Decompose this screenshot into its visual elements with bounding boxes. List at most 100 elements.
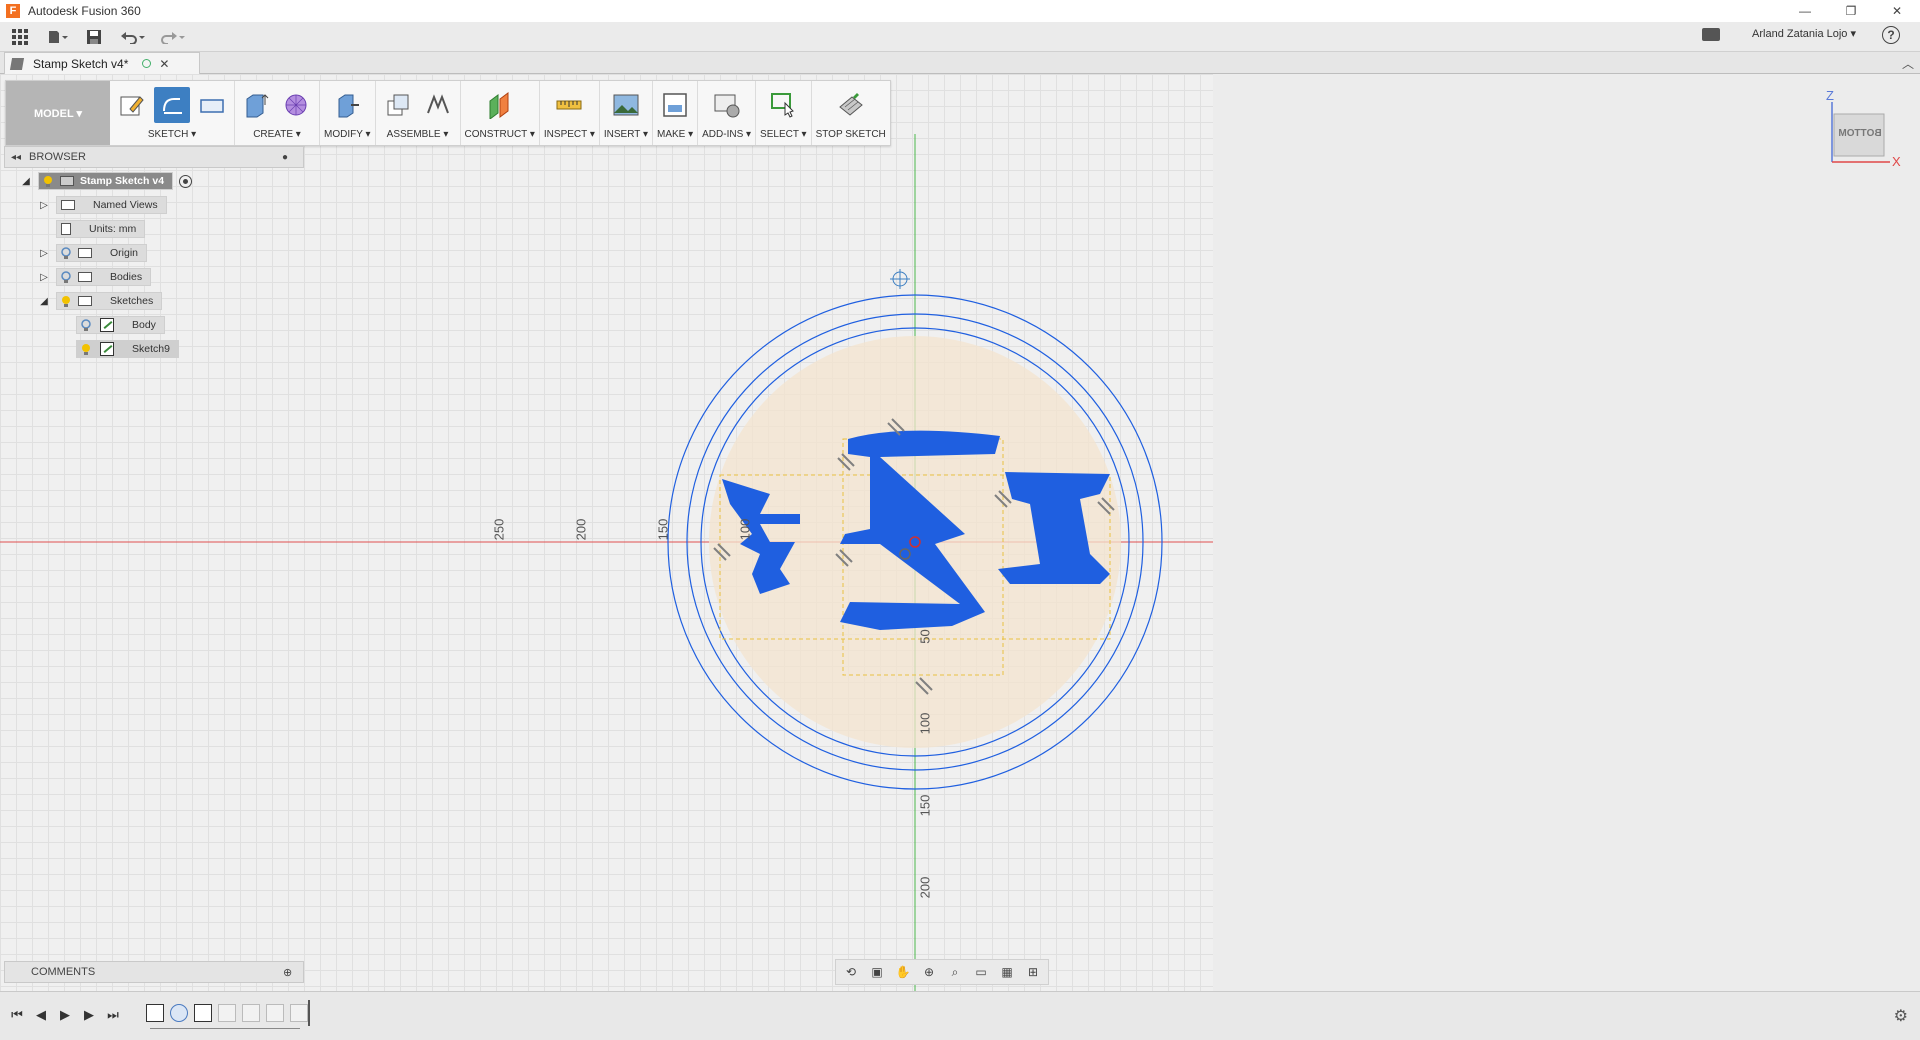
file-menu-icon[interactable] (40, 24, 76, 50)
browser-tree-row[interactable]: Body (76, 315, 165, 335)
timeline-sketch-icon[interactable] (194, 1004, 212, 1022)
visibility-bulb-icon[interactable] (60, 246, 72, 260)
scripts-addins-icon[interactable] (709, 87, 745, 123)
browser-tree-row[interactable]: Sketch9 (76, 339, 179, 359)
collapsed-triangle-icon[interactable]: ▷ (38, 246, 50, 260)
timeline-sketch-suppressed-icon[interactable] (290, 1004, 308, 1022)
timeline-feature-suppressed-icon[interactable] (242, 1004, 260, 1022)
toolbar-group-construct[interactable]: CONSTRUCT ▾ (461, 81, 540, 145)
toolbar-group-create[interactable]: CREATE ▾ (235, 81, 320, 145)
pin-panel-icon[interactable]: ● (282, 152, 288, 163)
canvas[interactable]: 250 200 150 100 50 100 150 200 MODEL ▾ S… (0, 74, 1920, 991)
pan-hand-icon[interactable]: ✋ (892, 961, 914, 983)
save-icon[interactable] (76, 24, 112, 50)
sketch-rectangle-icon[interactable] (194, 87, 230, 123)
close-tab-button[interactable]: ✕ (159, 57, 169, 71)
create-sketch-icon[interactable] (114, 87, 150, 123)
data-panel-grid-icon[interactable] (0, 24, 40, 50)
expanded-triangle-icon[interactable]: ◢ (38, 294, 50, 308)
select-icon[interactable] (765, 87, 801, 123)
browser-node-bodies[interactable]: Bodies (56, 268, 152, 286)
zoom-icon[interactable]: ⊕ (918, 961, 940, 983)
timeline-feature-suppressed-icon[interactable] (218, 1004, 236, 1022)
timeline-previous-icon[interactable]: ◀ (32, 1006, 50, 1024)
grid-settings-icon[interactable]: ▦ (996, 961, 1018, 983)
document-tab[interactable]: Stamp Sketch v4* ✕ (4, 52, 200, 74)
visibility-bulb-icon[interactable] (42, 174, 54, 188)
browser-root-node[interactable]: Stamp Sketch v4 (38, 172, 174, 190)
toolbar-group-sketch[interactable]: SKETCH ▾ (110, 81, 235, 145)
browser-tree-row[interactable]: Units: mm (56, 219, 146, 239)
browser-tree-row[interactable]: ▷ Named Views (38, 195, 167, 215)
browser-node-origin[interactable]: Origin (56, 244, 148, 262)
browser-node-sketch9[interactable]: Sketch9 (76, 340, 179, 358)
offset-plane-icon[interactable] (482, 87, 518, 123)
timeline-first-icon[interactable]: ⏮ (8, 1006, 26, 1024)
job-status-icon[interactable] (1702, 28, 1720, 41)
collapse-toolbar-chevron-icon[interactable]: ︿ (1902, 55, 1914, 72)
browser-tree-row[interactable]: ◢ Stamp Sketch v4 (20, 171, 193, 191)
undo-icon[interactable] (112, 24, 152, 50)
press-pull-icon[interactable] (329, 87, 365, 123)
toolbar-group-inspect[interactable]: INSPECT ▾ (540, 81, 600, 145)
timeline-next-icon[interactable]: ▶ (80, 1006, 98, 1024)
timeline-marker[interactable] (308, 1000, 310, 1026)
timeline-last-icon[interactable]: ⏭ (104, 1006, 122, 1024)
toolbar-group-add-ins[interactable]: ADD-INS ▾ (698, 81, 757, 145)
browser-tree-row[interactable]: ▷ Origin (38, 243, 148, 263)
activate-radio-icon[interactable] (179, 174, 193, 188)
toolbar-group-modify[interactable]: MODIFY ▾ (320, 81, 376, 145)
minimize-button[interactable]: — (1782, 0, 1828, 22)
user-account-menu[interactable]: Arland Zatania Lojo ▾ (1752, 27, 1856, 40)
toolbar-group-select[interactable]: SELECT ▾ (756, 81, 812, 145)
browser-node-units[interactable]: Units: mm (56, 220, 146, 238)
timeline-sketch-icon[interactable] (146, 1004, 164, 1022)
visibility-bulb-icon[interactable] (80, 342, 92, 356)
sketch-geometry[interactable] (0, 74, 1213, 991)
timeline-feature-suppressed-icon[interactable] (266, 1004, 284, 1022)
collapse-panel-icon[interactable]: ◂◂ (11, 152, 21, 163)
browser-tree-row[interactable]: ◢ Sketches (38, 291, 163, 311)
close-button[interactable]: ✕ (1874, 0, 1920, 22)
new-component-icon[interactable] (380, 87, 416, 123)
collapsed-triangle-icon[interactable]: ▷ (38, 270, 50, 284)
stop-sketch-icon[interactable] (833, 87, 869, 123)
browser-tree-row[interactable]: ▷ Bodies (38, 267, 152, 287)
orbit-icon[interactable]: ⟲ (840, 961, 862, 983)
timeline-extrude-icon[interactable] (170, 1004, 188, 1022)
browser-node-sketches[interactable]: Sketches (56, 292, 163, 310)
sketch-line-icon[interactable] (154, 87, 190, 123)
insert-image-icon[interactable] (608, 87, 644, 123)
timeline-settings-gear-icon[interactable]: ⚙ (1894, 1006, 1908, 1026)
view-cube-face-label[interactable]: BOTTOM (1836, 128, 1884, 139)
sketch-grid[interactable]: 250 200 150 100 50 100 150 200 (0, 74, 1213, 991)
measure-icon[interactable] (551, 87, 587, 123)
redo-icon[interactable] (152, 24, 192, 50)
toolbar-group-make[interactable]: MAKE ▾ (653, 81, 699, 145)
look-at-icon[interactable]: ▣ (866, 961, 888, 983)
browser-header[interactable]: ◂◂ BROWSER ● (4, 146, 304, 168)
restore-button[interactable]: ❐ (1828, 0, 1874, 22)
form-icon[interactable] (279, 87, 315, 123)
toolbar-group-stop-sketch[interactable]: STOP SKETCH (812, 81, 890, 145)
3d-print-icon[interactable] (657, 87, 693, 123)
visibility-bulb-icon[interactable] (80, 318, 92, 332)
viewports-icon[interactable]: ⊞ (1022, 961, 1044, 983)
collapsed-triangle-icon[interactable]: ▷ (38, 198, 50, 212)
visibility-bulb-icon[interactable] (60, 270, 72, 284)
add-comment-icon[interactable]: ⊕ (283, 966, 292, 979)
expanded-triangle-icon[interactable]: ◢ (20, 174, 32, 188)
browser-node-named-views[interactable]: Named Views (56, 196, 167, 214)
fit-zoom-icon[interactable]: ⌕ (944, 961, 966, 983)
display-settings-icon[interactable]: ▭ (970, 961, 992, 983)
visibility-bulb-icon[interactable] (60, 294, 72, 308)
help-icon[interactable]: ? (1882, 26, 1900, 44)
extrude-icon[interactable] (239, 87, 275, 123)
timeline-play-icon[interactable]: ▶ (56, 1006, 74, 1024)
toolbar-group-assemble[interactable]: ASSEMBLE ▾ (376, 81, 461, 145)
view-cube[interactable]: Z X BOTTOM (1822, 88, 1902, 172)
joint-icon[interactable] (420, 87, 456, 123)
workspace-switcher-button[interactable]: MODEL ▾ (6, 81, 110, 145)
comments-panel[interactable]: COMMENTS ⊕ (4, 961, 304, 983)
toolbar-group-insert[interactable]: INSERT ▾ (600, 81, 653, 145)
